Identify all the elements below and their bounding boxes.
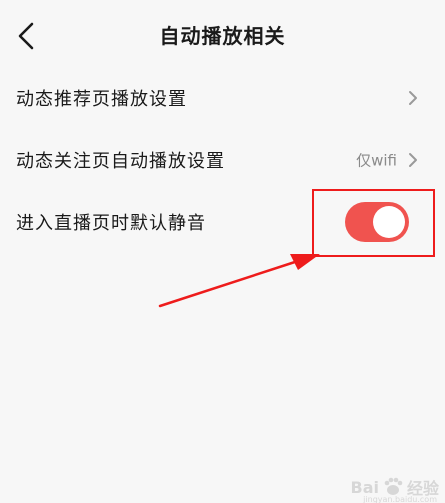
watermark-brand: Bai	[350, 477, 379, 497]
page-title: 自动播放相关	[159, 24, 286, 48]
settings-screen: 自动播放相关 动态推荐页播放设置 动态关注页自动播放设置 仅wifi 进入直播页…	[0, 0, 445, 503]
header-bar: 自动播放相关	[0, 0, 445, 70]
row-label-dynamic-follow: 动态关注页自动播放设置	[16, 151, 225, 172]
watermark-url: jingyan.baidu.com	[363, 495, 437, 503]
row-dynamic-recommend[interactable]: 动态推荐页播放设置	[0, 67, 445, 129]
annotation-highlight-box	[312, 189, 435, 257]
chevron-right-icon	[409, 91, 417, 105]
row-label-dynamic-recommend: 动态推荐页播放设置	[16, 89, 187, 110]
chevron-right-icon	[409, 153, 417, 167]
row-dynamic-follow[interactable]: 动态关注页自动播放设置 仅wifi	[0, 129, 445, 191]
row-label-live-mute: 进入直播页时默认静音	[16, 213, 206, 234]
row-value-wifi-only: 仅wifi	[356, 151, 397, 170]
